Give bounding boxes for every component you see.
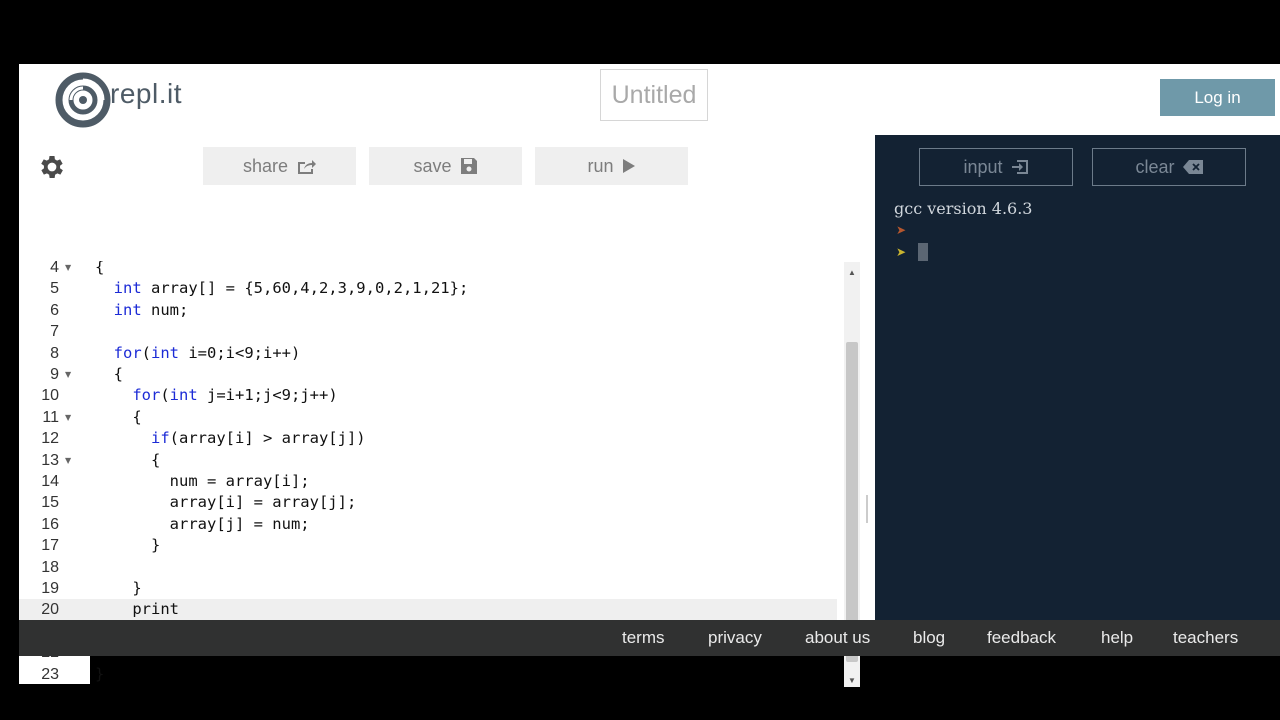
line-number: 6 bbox=[50, 301, 59, 319]
run-button[interactable]: run bbox=[535, 147, 688, 185]
line-number: 7 bbox=[50, 323, 59, 341]
repl-title-field[interactable]: Untitled bbox=[600, 69, 708, 121]
code-line[interactable]: 23} bbox=[19, 664, 837, 684]
code-text: { bbox=[95, 261, 105, 276]
code-line[interactable]: 8 for(int i=0;i<9;i++) bbox=[19, 343, 837, 364]
save-button[interactable]: save bbox=[369, 147, 522, 185]
console-pane[interactable]: input clear gcc version 4.6.3 ➤ ➤ bbox=[875, 135, 1280, 620]
input-button[interactable]: input bbox=[919, 148, 1073, 186]
console-output: gcc version 4.6.3 bbox=[894, 199, 1033, 218]
save-label: save bbox=[413, 155, 452, 176]
play-icon bbox=[622, 159, 635, 173]
line-number: 19 bbox=[41, 580, 59, 597]
login-button[interactable]: Log in bbox=[1160, 79, 1275, 116]
code-line[interactable]: 12 if(array[i] > array[j]) bbox=[19, 428, 837, 449]
fold-arrow-icon[interactable]: ▼ bbox=[65, 261, 71, 278]
footer-link-about-us[interactable]: about us bbox=[805, 628, 870, 648]
code-text: { bbox=[95, 407, 142, 426]
header: repl.it Untitled Log in bbox=[19, 64, 1280, 135]
line-number: 14 bbox=[41, 473, 59, 490]
gear-icon[interactable] bbox=[37, 152, 67, 182]
code-text: } bbox=[95, 536, 161, 555]
code-text: if(array[i] > array[j]) bbox=[151, 429, 366, 448]
line-number: 23 bbox=[41, 665, 59, 683]
line-number: 10 bbox=[41, 387, 59, 405]
footer-link-terms[interactable]: terms bbox=[622, 628, 665, 648]
code-line[interactable]: 15 array[i] = array[j]; bbox=[19, 492, 837, 513]
code-text: } bbox=[95, 664, 105, 683]
footer-link-privacy[interactable]: privacy bbox=[708, 628, 762, 648]
line-number: 18 bbox=[41, 558, 59, 576]
run-label: run bbox=[587, 155, 614, 176]
code-text: array[i] = array[j]; bbox=[95, 493, 357, 512]
code-line[interactable]: 17 } bbox=[19, 535, 837, 556]
share-icon bbox=[298, 160, 317, 174]
code-line[interactable]: 6 int num; bbox=[19, 300, 837, 321]
line-number: 9 bbox=[50, 366, 59, 383]
scroll-thumb[interactable] bbox=[846, 342, 858, 662]
line-number: 17 bbox=[41, 537, 59, 555]
code-text: } bbox=[95, 579, 142, 597]
code-line[interactable]: 20 print bbox=[19, 599, 837, 621]
code-line[interactable]: 18 bbox=[19, 557, 837, 578]
editor-pane: share save run 4 ▼ {5 int array[] = {5,60,… bbox=[19, 135, 868, 687]
code-line[interactable]: 11 ▼ { bbox=[19, 407, 837, 428]
scroll-up-arrow-icon[interactable]: ▲ bbox=[848, 268, 856, 277]
input-icon bbox=[1011, 160, 1028, 174]
floppy-disk-icon bbox=[460, 158, 477, 174]
prompt-arrow-icon: ➤ bbox=[896, 223, 907, 237]
code-text: int num; bbox=[113, 300, 189, 319]
code-line[interactable]: 4 ▼ { bbox=[19, 261, 837, 278]
line-number: 12 bbox=[41, 430, 59, 448]
code-text: for(int i=0;i<9;i++) bbox=[113, 343, 301, 362]
code-line[interactable]: 16 array[j] = num; bbox=[19, 514, 837, 535]
share-button[interactable]: share bbox=[203, 147, 356, 185]
line-number: 15 bbox=[41, 494, 59, 512]
clear-label: clear bbox=[1135, 156, 1175, 177]
footer-link-feedback[interactable]: feedback bbox=[987, 628, 1056, 648]
pane-resize-handle[interactable] bbox=[866, 495, 868, 523]
code-line[interactable]: 10 for(int j=i+1;j<9;j++) bbox=[19, 385, 837, 406]
code-line[interactable]: 13 ▼ { bbox=[19, 450, 837, 471]
fold-arrow-icon[interactable]: ▼ bbox=[65, 364, 71, 385]
logo-text: repl.it bbox=[110, 78, 182, 109]
fold-arrow-icon[interactable]: ▼ bbox=[65, 407, 71, 428]
backspace-icon bbox=[1182, 160, 1203, 174]
line-number: 5 bbox=[50, 280, 59, 298]
scroll-down-arrow-icon[interactable]: ▼ bbox=[848, 676, 856, 685]
code-line[interactable]: 14 num = array[i]; bbox=[19, 471, 837, 492]
code-text: { bbox=[95, 365, 123, 383]
fold-arrow-icon[interactable]: ▼ bbox=[65, 450, 71, 471]
app-window: repl.it Untitled Log in share save run 4… bbox=[19, 64, 1280, 687]
input-label: input bbox=[963, 156, 1003, 177]
line-number: 20 bbox=[41, 601, 59, 619]
footer-link-blog[interactable]: blog bbox=[913, 628, 945, 648]
line-number: 16 bbox=[41, 515, 59, 533]
code-text: for(int j=i+1;j<9;j++) bbox=[132, 386, 338, 405]
console-cursor[interactable] bbox=[918, 243, 928, 261]
code-line[interactable]: 19 } bbox=[19, 578, 837, 599]
code-line[interactable]: 9 ▼ { bbox=[19, 364, 837, 385]
code-text: print bbox=[95, 600, 179, 619]
code-text: num = array[i]; bbox=[95, 472, 310, 490]
footer: terms privacy about us blog feedback hel… bbox=[19, 620, 1280, 656]
code-text: int array[] = {5,60,4,2,3,9,0,2,1,21}; bbox=[113, 279, 469, 298]
replit-logo-icon[interactable] bbox=[53, 70, 113, 130]
line-number: 11 bbox=[42, 408, 59, 426]
code-text: array[j] = num; bbox=[95, 514, 310, 533]
share-label: share bbox=[242, 155, 289, 176]
code-text: { bbox=[95, 450, 161, 469]
footer-link-help[interactable]: help bbox=[1101, 628, 1133, 648]
code-line[interactable]: 5 int array[] = {5,60,4,2,3,9,0,2,1,21}; bbox=[19, 278, 837, 299]
line-number: 4 bbox=[50, 261, 59, 276]
prompt-arrow-icon: ➤ bbox=[896, 245, 907, 259]
line-number: 8 bbox=[50, 344, 59, 362]
code-line[interactable]: 7 bbox=[19, 321, 837, 342]
line-number: 13 bbox=[41, 451, 59, 469]
footer-link-teachers[interactable]: teachers bbox=[1173, 628, 1238, 648]
clear-button[interactable]: clear bbox=[1092, 148, 1246, 186]
